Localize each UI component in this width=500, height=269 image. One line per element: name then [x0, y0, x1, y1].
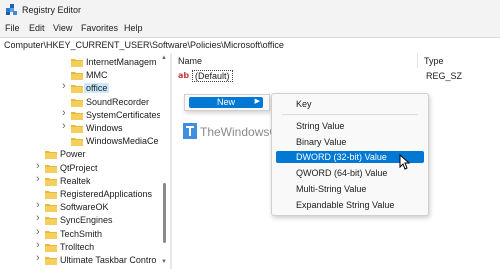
submenu-item-label: QWORD (64-bit) Value — [296, 168, 388, 178]
mouse-cursor-icon — [399, 154, 411, 170]
window-title: Registry Editor — [22, 5, 82, 15]
registry-editor-icon — [6, 4, 17, 15]
title-bar: Registry Editor — [0, 0, 500, 20]
chevron-right-icon[interactable]: › — [36, 239, 44, 251]
chevron-right-icon: ▶ — [254, 98, 260, 105]
tree-item-label: office — [84, 83, 110, 94]
address-bar[interactable]: Computer\HKEY_CURRENT_USER\Software\Poli… — [0, 37, 500, 54]
tree-item-label: Trolltech — [60, 241, 95, 252]
menu-view[interactable]: View — [53, 23, 72, 33]
menu-help[interactable]: Help — [124, 23, 143, 33]
folder-icon — [71, 59, 83, 67]
tree-item-label: SystemCertificates — [86, 109, 162, 120]
folder-icon — [45, 204, 57, 213]
context-menu: New ▶ — [184, 94, 270, 111]
folder-icon — [71, 98, 83, 107]
chevron-right-icon[interactable]: › — [62, 120, 70, 132]
scroll-up-icon[interactable]: ▲ — [161, 55, 167, 61]
submenu-item-binary-value[interactable]: Binary Value — [276, 136, 424, 148]
tree-item-label: WindowsMediaCe — [86, 136, 159, 147]
registry-tree: InternetManagem MMC › office SoundRecorder › S… — [0, 53, 170, 269]
folder-icon — [45, 164, 57, 173]
scroll-down-icon[interactable]: ▼ — [161, 259, 167, 265]
folder-icon — [71, 138, 83, 147]
folder-icon — [45, 151, 57, 160]
column-header-name[interactable]: Name — [178, 56, 202, 66]
submenu-item-key[interactable]: Key — [276, 98, 424, 110]
tree-item-label: Power — [60, 149, 86, 160]
folder-icon — [45, 257, 57, 265]
menu-bar: File Edit View Favorites Help — [0, 20, 500, 37]
tree-item-label: RegisteredApplications — [60, 189, 153, 199]
folder-icon — [71, 125, 83, 133]
menu-item-new-label: New — [217, 97, 236, 107]
folder-icon — [71, 85, 83, 94]
watermark-logo-icon — [183, 123, 197, 139]
chevron-right-icon[interactable]: › — [36, 199, 44, 211]
menu-separator — [282, 114, 418, 115]
address-path[interactable]: Computer\HKEY_CURRENT_USER\Software\Poli… — [4, 40, 284, 50]
folder-icon — [45, 243, 57, 252]
chevron-right-icon[interactable]: › — [36, 160, 44, 172]
tree-item-label: SoundRecorder — [86, 96, 150, 107]
folder-icon — [45, 191, 57, 199]
tree-item-label: Ultimate Taskbar Contro — [60, 255, 157, 265]
menu-edit[interactable]: Edit — [29, 23, 45, 33]
tree-item-label: Realtek — [60, 175, 91, 186]
chevron-right-icon[interactable]: › — [36, 212, 44, 224]
chevron-right-icon[interactable]: › — [36, 226, 44, 238]
folder-icon — [45, 177, 57, 186]
string-value-icon: ab — [178, 71, 190, 80]
chevron-right-icon[interactable]: › — [36, 173, 44, 185]
tree-item-label: MMC — [86, 70, 108, 81]
submenu-item-label: Expandable String Value — [296, 200, 395, 210]
tree-scrollbar[interactable]: ▲ ▼ — [160, 53, 169, 269]
menu-favorites[interactable]: Favorites — [81, 23, 118, 33]
folder-icon — [71, 111, 83, 120]
folder-icon — [45, 230, 57, 239]
submenu-item-label: String Value — [296, 121, 345, 131]
submenu-item-label: DWORD (32-bit) Value — [296, 152, 387, 162]
value-name: (Default) — [192, 70, 233, 82]
folder-icon — [71, 72, 83, 81]
tree-item-label: SoftwareOK — [60, 202, 109, 213]
tree-item-label: TechSmith — [60, 228, 103, 239]
value-type: REG_SZ — [426, 71, 463, 81]
chevron-right-icon[interactable]: › — [62, 107, 70, 119]
tree-item-label: InternetManagem — [86, 57, 157, 67]
column-separator[interactable] — [417, 53, 418, 68]
tree-item-label: Windows — [86, 123, 123, 133]
submenu-item-string-value[interactable]: String Value — [276, 120, 424, 132]
value-row[interactable]: ab (Default) REG_SZ — [178, 70, 478, 83]
column-header-type[interactable]: Type — [424, 56, 444, 66]
submenu-item-label: Key — [296, 99, 312, 109]
scrollbar-thumb[interactable] — [163, 183, 166, 243]
submenu-item-label: Binary Value — [296, 137, 347, 147]
submenu-item-label: Multi-String Value — [296, 184, 367, 194]
folder-icon — [45, 217, 57, 226]
chevron-right-icon[interactable]: › — [62, 80, 70, 92]
tree-item-label: QtProject — [60, 162, 98, 173]
menu-item-new[interactable]: New ▶ — [189, 97, 263, 108]
submenu-item-multi-string-value[interactable]: Multi-String Value — [276, 183, 424, 195]
tree-item-label: SyncEngines — [60, 215, 113, 226]
submenu-item-expandable-string-value[interactable]: Expandable String Value — [276, 199, 424, 211]
chevron-right-icon[interactable]: › — [36, 252, 44, 264]
menu-file[interactable]: File — [5, 23, 20, 33]
